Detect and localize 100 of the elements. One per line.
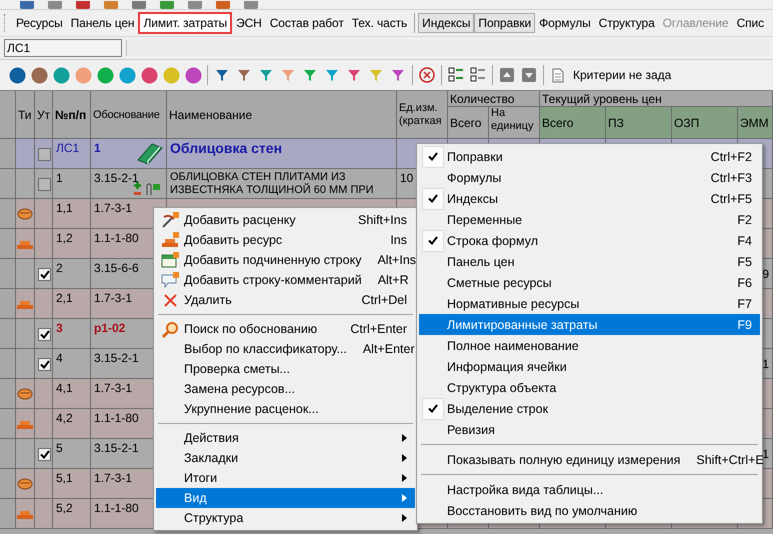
menu-item[interactable]: Ревизия xyxy=(419,419,760,440)
menu-item[interactable]: Проверка сметы... xyxy=(156,359,415,379)
filter-icon[interactable] xyxy=(391,68,405,82)
menu-item[interactable]: Формулы Ctrl+F3 xyxy=(419,167,760,188)
menu-item[interactable]: Добавить строку-комментарий Alt+R xyxy=(156,270,415,290)
menu-item[interactable]: Поиск по обоснованию Ctrl+Enter xyxy=(156,319,415,339)
basis-code: р1-02 xyxy=(94,321,126,335)
menu-item[interactable]: Лимитированные затраты F9 xyxy=(419,314,760,335)
row-number: 4 xyxy=(56,351,63,365)
row-number: 3 xyxy=(56,321,63,335)
basis-code: 1 xyxy=(94,141,101,155)
menu-item[interactable]: Добавить подчиненную строку Alt+Ins xyxy=(156,250,415,270)
row-checkbox[interactable] xyxy=(38,268,51,281)
panel-tab[interactable]: Спис xyxy=(732,13,768,33)
row-checkbox[interactable] xyxy=(38,328,51,341)
panel-tab[interactable]: Структура xyxy=(594,13,659,33)
toolbar-icon[interactable] xyxy=(20,1,34,9)
menu-item[interactable]: Добавить ресурс Ins xyxy=(156,230,415,250)
document-icon[interactable] xyxy=(552,68,564,82)
filter-icon[interactable] xyxy=(215,68,229,82)
menu-item[interactable]: Добавить расценку Shift+Ins xyxy=(156,210,415,230)
column-header: На единицу xyxy=(491,107,534,133)
menu-item[interactable]: Удалить Ctrl+Del xyxy=(156,290,415,310)
panel-tab[interactable]: Панель цен xyxy=(66,13,138,33)
basis-code: 1.7-3-1 xyxy=(94,291,132,305)
filter-icon[interactable] xyxy=(237,68,251,82)
color-mark-icon[interactable] xyxy=(184,66,202,84)
color-mark-icon[interactable] xyxy=(52,66,70,84)
filter-icon[interactable] xyxy=(259,68,273,82)
submenu-arrow-icon xyxy=(402,454,407,462)
section-title: Облицовка стен xyxy=(170,140,282,156)
menu-item[interactable]: Информация ячейки xyxy=(419,356,760,377)
list-icon[interactable] xyxy=(470,67,486,83)
row-checkbox[interactable] xyxy=(38,148,51,161)
menu-item[interactable]: Закладки xyxy=(156,448,415,468)
check-icon xyxy=(428,236,438,245)
basis-code: 1.1-1-80 xyxy=(94,501,139,515)
menu-item[interactable]: Итоги xyxy=(156,468,415,488)
panel-tab[interactable]: Состав работ xyxy=(266,13,348,33)
menu-item[interactable]: Поправки Ctrl+F2 xyxy=(419,146,760,167)
menu-item[interactable]: Полное наименование xyxy=(419,335,760,356)
bricks-icon xyxy=(17,299,33,309)
menu-item[interactable]: Панель цен F5 xyxy=(419,251,760,272)
menu-item[interactable]: Укрупнение расценок... xyxy=(156,399,415,419)
color-mark-icon[interactable] xyxy=(96,66,114,84)
cell-address-field[interactable]: ЛС1 xyxy=(4,39,122,57)
color-mark-icon[interactable] xyxy=(30,66,48,84)
menu-item[interactable]: Структура xyxy=(156,508,415,528)
row-checkbox[interactable] xyxy=(38,358,51,371)
move-up-icon[interactable] xyxy=(500,68,514,82)
menu-item[interactable]: Нормативные ресурсы F7 xyxy=(419,293,760,314)
panel-tab[interactable]: Поправки xyxy=(474,13,536,33)
filter-icon[interactable] xyxy=(325,68,339,82)
work-name: ОБЛИЦОВКА СТЕН ПЛИТАМИ ИЗ ИЗВЕСТНЯКА ТОЛЩИНОЙ 60 ММ ПРИ xyxy=(170,171,375,197)
menu-item[interactable]: Структура объекта xyxy=(419,377,760,398)
color-mark-icon[interactable] xyxy=(74,66,92,84)
basis-code: 1.1-1-80 xyxy=(94,411,139,425)
color-mark-icon[interactable] xyxy=(140,66,158,84)
hammer-pencil-icon xyxy=(161,212,179,228)
panel-tab[interactable]: Индексы xyxy=(418,13,474,33)
menu-item[interactable]: Строка формул F4 xyxy=(419,230,760,251)
row-checkbox[interactable] xyxy=(38,448,51,461)
row-checkbox[interactable] xyxy=(38,178,51,191)
list-check-icon[interactable] xyxy=(448,67,464,83)
filter-icon[interactable] xyxy=(303,68,317,82)
panel-tab[interactable]: Формулы xyxy=(535,13,595,33)
submenu-arrow-icon xyxy=(402,494,407,502)
plus-minus-icon xyxy=(133,182,142,196)
menu-item[interactable]: Индексы Ctrl+F5 xyxy=(419,188,760,209)
clear-filter-icon[interactable] xyxy=(419,67,435,83)
check-icon xyxy=(428,404,438,413)
move-down-icon[interactable] xyxy=(522,68,536,82)
disc-icon xyxy=(17,207,34,220)
panel-tab[interactable]: ЭСН xyxy=(232,13,266,33)
menu-item[interactable]: Действия xyxy=(156,428,415,448)
color-mark-icon[interactable] xyxy=(162,66,180,84)
formula-field[interactable] xyxy=(126,40,769,56)
menu-item[interactable]: Восстановить вид по умолчанию xyxy=(419,500,760,521)
panel-tab[interactable]: Ресурсы xyxy=(12,13,67,33)
table-cell xyxy=(0,439,16,469)
speech-bubble-icon xyxy=(161,272,179,288)
menu-item[interactable]: Выбор по классификатору... Alt+Enter xyxy=(156,339,415,359)
check-icon xyxy=(40,360,50,369)
color-mark-icon[interactable] xyxy=(8,66,26,84)
basis-code: 3.15-2-1 xyxy=(94,351,139,365)
filter-icon[interactable] xyxy=(347,68,361,82)
menu-item[interactable]: Переменные F2 xyxy=(419,209,760,230)
panel-tab[interactable]: Лимит. затраты xyxy=(138,12,232,34)
menu-item[interactable]: Вид xyxy=(156,488,415,508)
menu-item[interactable]: Сметные ресурсы F6 xyxy=(419,272,760,293)
color-mark-icon[interactable] xyxy=(118,66,136,84)
disc-icon xyxy=(17,477,34,490)
delete-icon xyxy=(164,294,176,306)
menu-item[interactable]: Настройка вида таблицы... xyxy=(419,479,760,500)
disc-icon xyxy=(17,387,34,400)
column-header: Обоснование xyxy=(93,108,160,122)
menu-item[interactable]: Выделение строк xyxy=(419,398,760,419)
panel-tab[interactable]: Тех. часть xyxy=(348,13,412,33)
menu-item[interactable]: Замена ресурсов... xyxy=(156,379,415,399)
toolbar-icon[interactable] xyxy=(132,1,146,9)
